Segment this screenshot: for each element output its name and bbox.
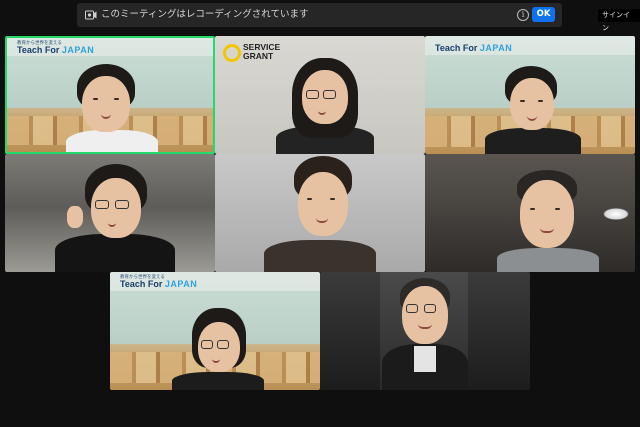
teach-for-japan-logo: Teach For JAPAN [120, 279, 198, 289]
participant-video [260, 154, 380, 272]
video-tile-8[interactable] [320, 272, 530, 390]
video-tile-3[interactable]: Teach For JAPAN [425, 36, 635, 154]
participant-video [483, 66, 583, 154]
ceiling-light [603, 208, 629, 220]
participant-video [270, 54, 380, 154]
recording-message: このミーティングはレコーディングされています [101, 9, 309, 20]
participant-video [168, 308, 268, 390]
participant-video [493, 168, 603, 272]
signin-button[interactable]: サインイン [598, 9, 640, 32]
video-tile-6[interactable] [425, 154, 635, 272]
video-tile-4[interactable] [5, 154, 215, 272]
participant-video [62, 62, 162, 152]
teach-for-japan-logo: Teach For JAPAN [17, 45, 95, 55]
recording-banner: このミーティングはレコーディングされています i OK [77, 3, 562, 27]
video-tile-1[interactable]: 教育から世界を変える Teach For JAPAN [5, 36, 215, 154]
video-tile-5[interactable] [215, 154, 425, 272]
video-tile-2[interactable]: SERVICE GRANT [215, 36, 425, 154]
participant-video [55, 162, 175, 272]
ok-button[interactable]: OK [532, 7, 555, 22]
service-grant-ring-icon [223, 44, 241, 62]
top-bar: このミーティングはレコーディングされています i OK サインイン [0, 0, 640, 32]
recording-icon [85, 10, 97, 20]
participant-video [380, 274, 470, 390]
video-tile-7[interactable]: 教育から世界を変える Teach For JAPAN [110, 272, 320, 390]
info-icon[interactable]: i [517, 9, 529, 21]
teach-for-japan-logo: Teach For JAPAN [435, 43, 513, 53]
